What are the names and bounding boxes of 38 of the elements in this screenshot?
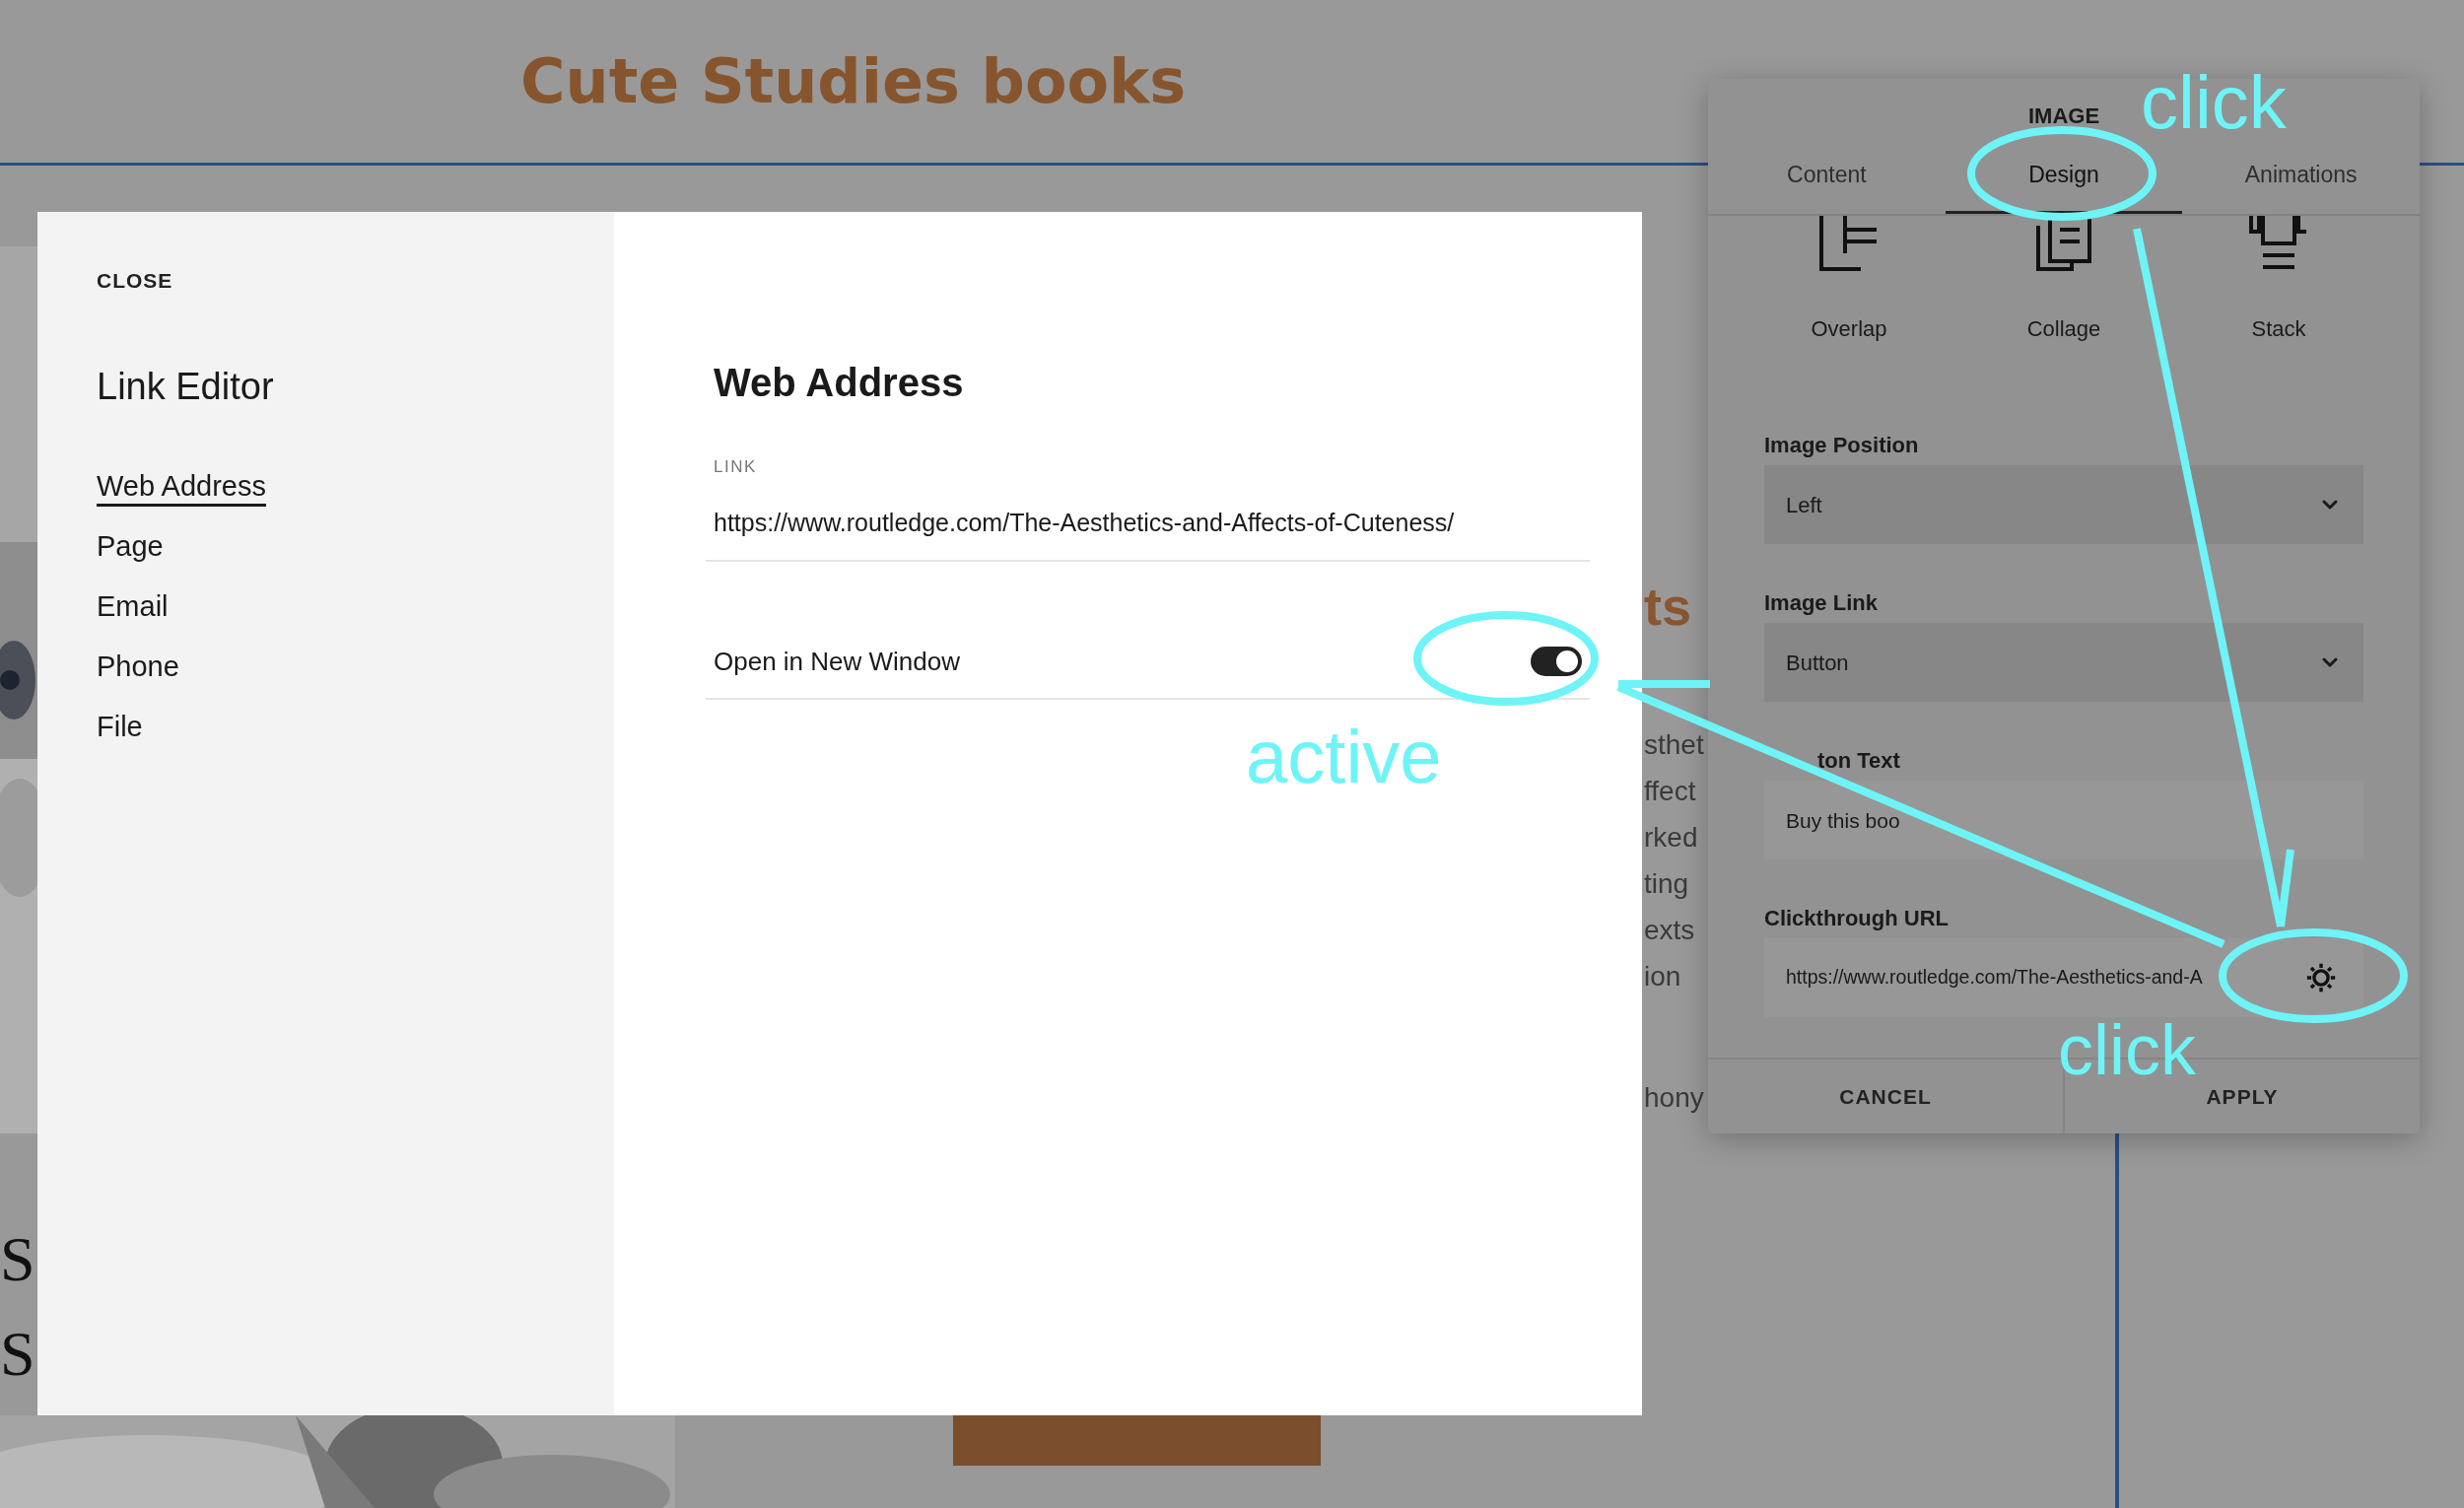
- section-title: Web Address: [713, 360, 965, 405]
- site-title: Cute Studies books: [520, 44, 1187, 119]
- select-dropdown[interactable]: Button: [1764, 623, 2363, 702]
- field-label: Clickthrough URL: [1764, 905, 1949, 932]
- panel-tab[interactable]: Design: [1945, 139, 2183, 214]
- nav-link[interactable]: File: [97, 709, 143, 747]
- paragraph-fragment: sthet: [1644, 728, 1704, 762]
- paragraph-fragment: rked: [1644, 821, 1699, 855]
- paragraph-fragment: ion: [1644, 960, 1682, 994]
- nav-link[interactable]: Phone: [97, 649, 179, 687]
- paragraph-fragment: ffect: [1644, 775, 1697, 808]
- panel-tab[interactable]: Content: [1708, 139, 1946, 214]
- paragraph-fragment: exts: [1644, 914, 1696, 947]
- url-field[interactable]: https://www.routledge.com/The-Aesthetics-and-A: [1764, 938, 2363, 1017]
- annotation-label: active: [1246, 716, 1442, 798]
- modal-title: Link Editor: [97, 365, 274, 409]
- field-label: Image Link: [1764, 589, 1878, 617]
- layout-label: Stack: [2251, 315, 2306, 343]
- nav-link[interactable]: Page: [97, 528, 164, 567]
- close-button[interactable]: CLOSE: [97, 269, 173, 293]
- settings-icon[interactable]: [2304, 961, 2338, 994]
- toggle-label: Open in New Window: [714, 645, 960, 678]
- nav-link[interactable]: Email: [97, 588, 169, 627]
- field-label: ton Text: [1817, 750, 1900, 772]
- field-label: Image Position: [1764, 432, 1919, 459]
- toggle-switch[interactable]: [1531, 647, 1582, 676]
- serif-text-fragment: S: [0, 1318, 35, 1391]
- paragraph-fragment: hony: [1644, 1081, 1704, 1115]
- serif-text-fragment: S: [0, 1223, 35, 1296]
- panel-title: IMAGE: [2027, 104, 2100, 128]
- paragraph-fragment: ting: [1644, 867, 1690, 901]
- heading-fragment: ts: [1644, 576, 1691, 638]
- select-dropdown[interactable]: Left: [1764, 465, 2363, 544]
- layout-label: Collage: [2026, 315, 2101, 343]
- field-label: LINK: [714, 457, 757, 477]
- nav-link[interactable]: Web Address: [97, 468, 266, 507]
- text-field[interactable]: Buy this boo: [1764, 781, 2363, 859]
- layout-label: Overlap: [1811, 315, 1887, 343]
